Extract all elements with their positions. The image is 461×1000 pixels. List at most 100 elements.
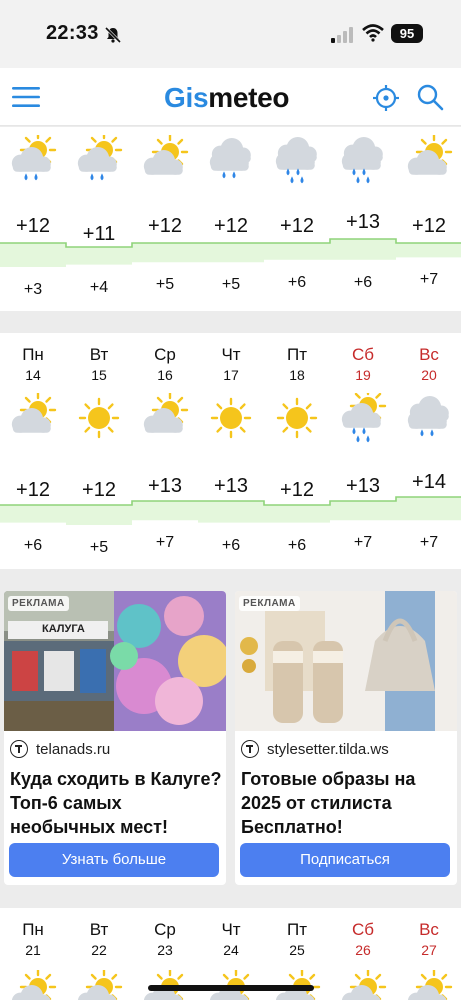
- logo-part-gis: Gis: [164, 82, 209, 113]
- partly-cloudy-icon: [404, 133, 454, 185]
- partly-cloudy-icon: [8, 968, 58, 1000]
- day-date: 16: [157, 367, 173, 383]
- partly-cloudy-light-rain-icon: [74, 131, 124, 185]
- cloudy-rain-icon: [338, 135, 388, 185]
- ad-domain: stylesetter.tilda.ws: [267, 740, 389, 758]
- ad-source[interactable]: stylesetter.tilda.ws: [241, 739, 389, 759]
- temp-min: +5: [155, 276, 175, 294]
- ad-badge: РЕКЛАМА: [8, 596, 69, 611]
- day-name: Пт: [286, 345, 307, 364]
- day-header[interactable]: Вт 15: [66, 345, 132, 383]
- partly-cloudy-light-rain-icon: [8, 131, 58, 185]
- temp-min: +7: [155, 534, 175, 552]
- temp-min: +6: [287, 536, 307, 554]
- day-header[interactable]: Чт 24: [198, 920, 264, 958]
- ad-source[interactable]: telanads.ru: [10, 739, 110, 759]
- subscribe-button[interactable]: Подписаться: [240, 843, 450, 877]
- day-name: Ср: [154, 920, 176, 939]
- day-name: Сб: [351, 920, 374, 939]
- cloudy-light-rain-icon: [206, 135, 256, 185]
- day-header[interactable]: Вс 27: [396, 920, 461, 958]
- day-date: 25: [289, 942, 305, 958]
- partly-cloudy-icon: [404, 968, 454, 1000]
- wifi-icon: [362, 24, 384, 42]
- ad-domain: telanads.ru: [36, 740, 111, 758]
- battery-indicator: 95: [391, 24, 423, 43]
- day-date: 26: [355, 942, 371, 958]
- day-name: Вт: [89, 920, 109, 939]
- status-time: 22:33: [46, 22, 99, 44]
- day-date: 15: [91, 367, 107, 383]
- temp-min: +7: [353, 534, 373, 552]
- sunny-icon: [74, 393, 124, 443]
- location-target-icon[interactable]: [372, 84, 400, 112]
- temp-min: +5: [89, 539, 109, 556]
- ad-image: [4, 591, 226, 731]
- day-name: Вт: [89, 345, 109, 364]
- partly-cloudy-rain-icon: [338, 387, 388, 443]
- day-date: 18: [289, 367, 305, 383]
- temp-min: +5: [221, 276, 241, 294]
- day-date: 23: [157, 942, 173, 958]
- home-indicator: [148, 985, 314, 991]
- day-date: 22: [91, 942, 107, 958]
- cellular-signal-icon: [331, 27, 353, 43]
- temp-min: +6: [23, 536, 43, 554]
- ad-card-stylesetter[interactable]: РЕКЛАМА stylesetter.tilda.ws Готовые обр…: [235, 591, 457, 885]
- search-icon[interactable]: [416, 83, 444, 111]
- tilda-icon: [241, 740, 259, 758]
- logo-part-meteo: meteo: [208, 82, 290, 113]
- ad-sign-text: КАЛУГА: [42, 623, 85, 635]
- partly-cloudy-icon: [140, 391, 190, 443]
- ad-badge: РЕКЛАМА: [239, 596, 300, 611]
- day-header[interactable]: Сб 26: [330, 920, 396, 958]
- menu-icon[interactable]: [12, 86, 40, 108]
- day-header[interactable]: Пт 25: [264, 920, 330, 958]
- day-header[interactable]: Пн 14: [0, 345, 66, 383]
- day-name: Вс: [419, 345, 439, 364]
- day-date: 27: [421, 942, 437, 958]
- temp-min: +7: [419, 271, 439, 289]
- ad-image: [235, 591, 457, 731]
- day-date: 20: [421, 367, 437, 383]
- day-date: 14: [25, 367, 41, 383]
- day-header[interactable]: Вт 22: [66, 920, 132, 958]
- day-name: Ср: [154, 345, 176, 364]
- temp-min: +7: [419, 534, 439, 552]
- day-header[interactable]: Вс 20: [396, 345, 461, 383]
- gismeteo-logo[interactable]: Gismeteo: [164, 82, 290, 114]
- day-name: Чт: [221, 345, 241, 364]
- temperature-band: [0, 496, 461, 525]
- day-name: Пт: [286, 920, 307, 939]
- day-name: Пн: [22, 345, 44, 364]
- learn-more-button[interactable]: Узнать больше: [9, 843, 219, 877]
- hourly-forecast-card[interactable]: +12 +11 +12 +12 +12 +13 +12 +3 +4 +5 +5 +6 +6 +7: [0, 127, 461, 311]
- temp-min: +6: [353, 273, 373, 291]
- sunny-icon: [206, 393, 256, 443]
- bell-muted-icon: [104, 26, 122, 44]
- daily-forecast-card[interactable]: Пн 14 Вт 15 Ср 16 Чт 17 Пт 18 Сб 19 Вс 20: [0, 333, 461, 569]
- day-header[interactable]: Чт 17: [198, 345, 264, 383]
- day-header[interactable]: Сб 19: [330, 345, 396, 383]
- day-name: Пн: [22, 920, 44, 939]
- temp-min: +4: [89, 278, 109, 296]
- partly-cloudy-icon: [338, 968, 388, 1000]
- ad-title[interactable]: Готовые образы на 2025 от стилиста Беспл…: [241, 767, 453, 839]
- temp-min: +6: [287, 273, 307, 291]
- ad-title[interactable]: Куда сходить в Калуге? Топ-6 самых необы…: [10, 767, 222, 839]
- day-name: Вс: [419, 920, 439, 939]
- ad-card-kaluga[interactable]: РЕКЛАМА КАЛУГА telanads.ru Куда сходить …: [4, 591, 226, 885]
- cloudy-rain-icon: [272, 135, 322, 185]
- status-bar: 22:33 95: [0, 0, 461, 68]
- sunny-icon: [272, 393, 322, 443]
- day-header[interactable]: Ср 23: [132, 920, 198, 958]
- day-header[interactable]: Пт 18: [264, 345, 330, 383]
- day-name: Чт: [221, 920, 241, 939]
- temp-min: +3: [23, 281, 43, 298]
- partly-cloudy-icon: [140, 133, 190, 185]
- cloudy-light-rain-icon: [404, 393, 454, 443]
- day-date: 21: [25, 942, 41, 958]
- day-header[interactable]: Пн 21: [0, 920, 66, 958]
- day-header[interactable]: Ср 16: [132, 345, 198, 383]
- day-name: Сб: [351, 345, 374, 364]
